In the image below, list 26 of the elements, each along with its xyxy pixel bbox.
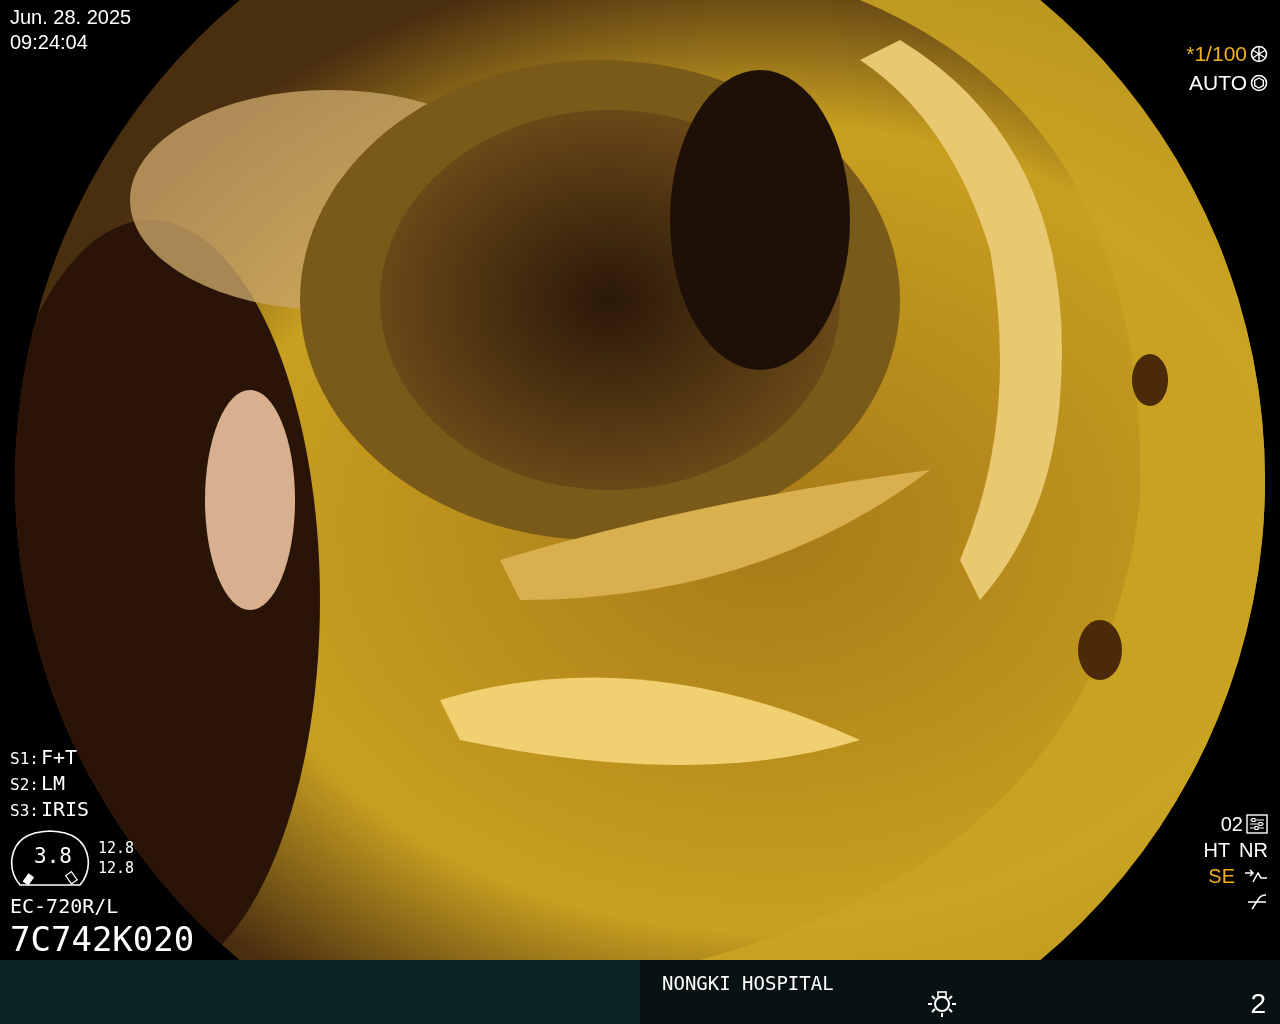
preset-number: 02 (1220, 812, 1243, 836)
setting-label: S1: (10, 748, 39, 770)
date-text: Jun. 28. 2025 (10, 6, 133, 29)
page-number: 2 (1250, 988, 1266, 1021)
setting-label: S2: (10, 774, 39, 796)
mode-text: HT (1203, 838, 1231, 862)
mode-text: SE (1208, 864, 1235, 888)
setting-value: F+T (40, 746, 78, 769)
scope-serial: 7C742K020 (10, 920, 195, 958)
exposure-text: AUTO (1189, 70, 1247, 96)
setting-label: S3: (10, 800, 39, 822)
mode-text: NR (1239, 838, 1268, 862)
hospital-name: NONGKI HOSPITAL (662, 972, 834, 996)
gauge-reading: 12.8 (98, 858, 135, 878)
setting-value: LM (40, 772, 65, 795)
iris-icon (1250, 73, 1268, 92)
scope-model: EC-720R/L (10, 894, 120, 918)
gauge-reading: 12.8 (98, 838, 135, 858)
setting-value: IRIS (40, 798, 90, 821)
exposure-text: *1/100 (1186, 41, 1247, 67)
lamp-icon (927, 990, 957, 1018)
gauge-value: 3.8 (34, 844, 72, 868)
aperture-icon (1250, 44, 1268, 63)
sliders-icon (1246, 814, 1268, 834)
time-text: 09:24:04 (10, 31, 89, 54)
curve-icon (1244, 868, 1268, 884)
